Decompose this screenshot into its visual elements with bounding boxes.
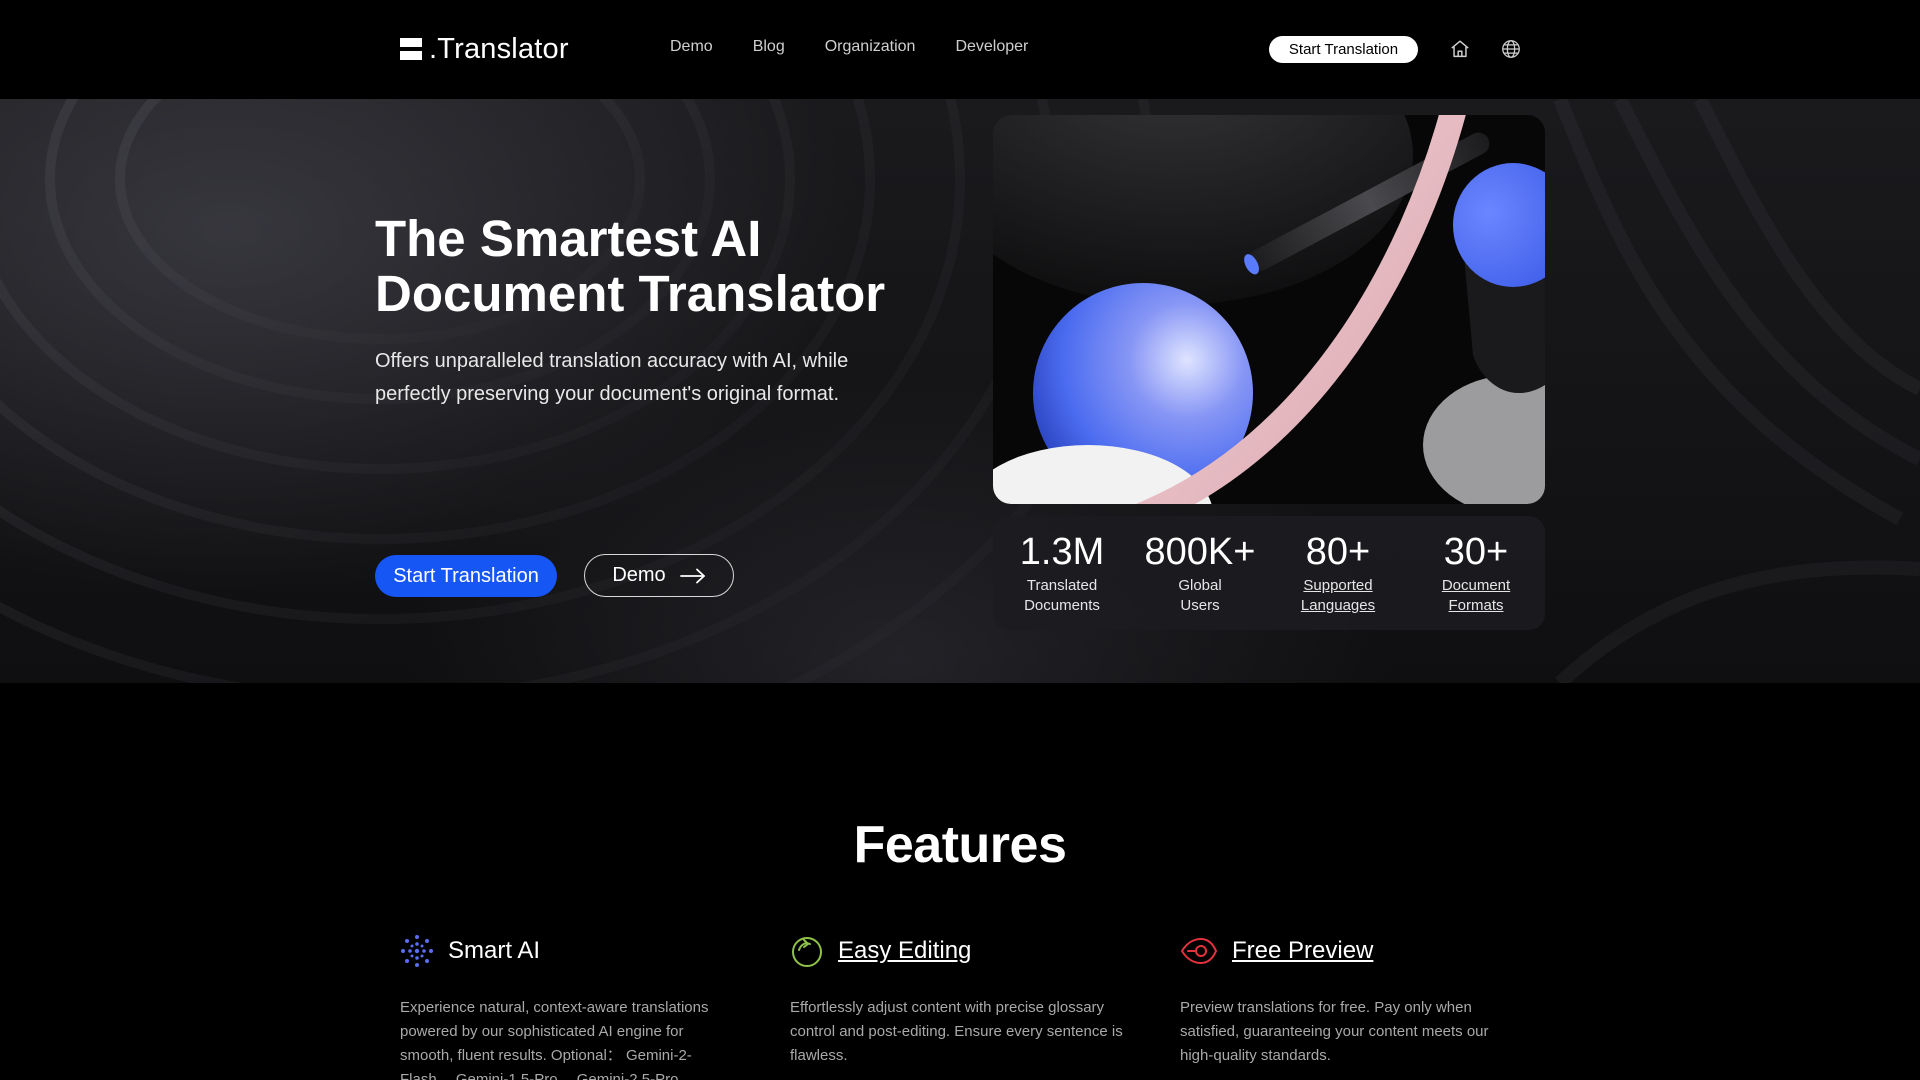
feature-head: Free Preview — [1180, 930, 1520, 972]
stat-value: 30+ — [1443, 531, 1509, 573]
feature-head: Easy Editing — [790, 930, 1130, 972]
globe-icon[interactable] — [1500, 38, 1522, 60]
feature-description: Experience natural, context-aware transl… — [400, 999, 709, 1080]
logo[interactable]: .Translator — [400, 32, 569, 66]
nav-organization[interactable]: Organization — [825, 38, 916, 56]
hero-illustration — [993, 115, 1545, 504]
stat-label-line-2: Documents — [1024, 597, 1100, 614]
hero-subtitle: Offers unparalleled translation accuracy… — [375, 350, 849, 405]
hero-title-line-1: The Smartest AI — [375, 210, 762, 267]
stat-value: 1.3M — [1019, 531, 1105, 573]
feature-name: Smart AI — [448, 937, 541, 964]
demo-button[interactable]: Demo — [584, 554, 734, 597]
stat-global-users: 800K+ Global Users — [1131, 516, 1269, 630]
stats-panel: 1.3M Translated Documents 800K+ Global U… — [993, 516, 1545, 630]
header-start-translation-button[interactable]: Start Translation — [1269, 36, 1418, 63]
stat-label-line-2: Languages — [1300, 597, 1376, 614]
feature-description: Preview translations for free. Pay only … — [1180, 999, 1489, 1064]
stat-label-line-2: Users — [1180, 597, 1220, 614]
start-translation-button[interactable]: Start Translation — [375, 555, 557, 597]
demo-button-label: Demo — [612, 564, 666, 586]
hero-section: The Smartest AI Document Translator Offe… — [0, 99, 1920, 683]
nav-demo[interactable]: Demo — [670, 38, 713, 56]
stat-value: 80+ — [1305, 531, 1371, 573]
nav-blog[interactable]: Blog — [753, 38, 785, 56]
feature-description: Effortlessly adjust content with precise… — [790, 999, 1123, 1064]
free-preview-link[interactable]: Free Preview — [1232, 937, 1373, 965]
stat-label: Global Users — [1131, 576, 1269, 616]
stat-label-line-1: Supported — [1303, 577, 1373, 594]
nav-developer[interactable]: Developer — [955, 38, 1028, 56]
logo-mark-icon — [400, 38, 422, 60]
main-nav: Demo Blog Organization Developer — [670, 38, 1068, 56]
stat-label-line-1: Translated — [1026, 577, 1098, 594]
feature-free-preview: Free Preview Preview translations for fr… — [1180, 930, 1520, 1068]
feature-smart-ai: Smart AI Experience natural, context-awa… — [400, 930, 740, 1080]
features-title: Features — [853, 816, 1067, 874]
stat-label-line-1: Document — [1441, 577, 1511, 594]
stat-label-line-1: Global — [1178, 577, 1222, 594]
stat-supported-languages: 80+ Supported Languages — [1269, 516, 1407, 630]
hero-title-line-2: Document Translator — [375, 265, 886, 322]
hero-title: The Smartest AI Document Translator — [375, 211, 935, 321]
document-formats-link[interactable]: Document Formats — [1407, 576, 1545, 616]
sparkle-dots-icon — [401, 935, 433, 967]
stat-label: Translated Documents — [993, 576, 1131, 616]
logo-text: .Translator — [429, 32, 569, 65]
abstract-3d-shapes-image — [993, 115, 1545, 504]
arrow-right-icon — [679, 568, 705, 583]
feature-easy-editing: Easy Editing Effortlessly adjust content… — [790, 930, 1130, 1068]
stat-translated-documents: 1.3M Translated Documents — [993, 516, 1131, 630]
supported-languages-link[interactable]: Supported Languages — [1269, 576, 1407, 616]
hero-wave-background — [0, 99, 1920, 683]
stat-value: 800K+ — [1144, 531, 1256, 573]
easy-editing-link[interactable]: Easy Editing — [838, 937, 971, 965]
site-header: .Translator Demo Blog Organization Devel… — [0, 0, 1920, 99]
feature-head: Smart AI — [400, 930, 740, 972]
stat-document-formats: 30+ Document Formats — [1407, 516, 1545, 630]
eye-preview-icon — [1180, 937, 1218, 965]
stat-label-line-2: Formats — [1448, 597, 1504, 614]
home-icon[interactable] — [1449, 38, 1471, 60]
circle-edit-icon — [792, 937, 822, 967]
